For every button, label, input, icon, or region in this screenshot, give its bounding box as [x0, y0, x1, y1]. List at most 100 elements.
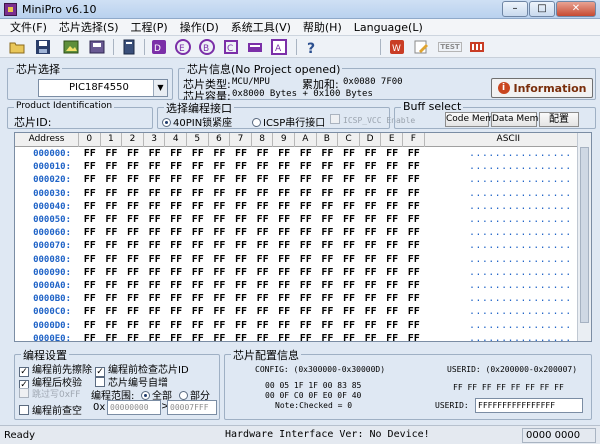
hex-cell[interactable]: FF	[340, 239, 358, 253]
radio-icsp[interactable]	[252, 118, 261, 127]
radio-40pin[interactable]	[162, 118, 171, 127]
hex-cell[interactable]: FF	[102, 213, 120, 227]
hex-cell[interactable]: FF	[124, 266, 142, 280]
hex-cell[interactable]: FF	[362, 266, 380, 280]
hex-cell[interactable]: FF	[297, 147, 315, 161]
hex-cell[interactable]: FF	[167, 147, 185, 161]
menu-chip-select[interactable]: 芯片选择(S)	[53, 19, 125, 35]
blank-checkbox[interactable]	[19, 405, 29, 415]
hex-cell[interactable]: FF	[124, 332, 142, 341]
range-all-radio[interactable]	[141, 391, 150, 400]
hex-cell[interactable]: FF	[254, 173, 272, 187]
hex-cell[interactable]: FF	[405, 319, 423, 333]
table-row[interactable]: 000090: FF FF FF FF FF FF FF FF FF FF FF FF FF FF FF FF.…	[15, 266, 591, 280]
hex-cell[interactable]: FF	[232, 239, 250, 253]
config-button[interactable]: 配置	[539, 112, 579, 127]
hex-cell[interactable]: FF	[102, 160, 120, 174]
hex-cell[interactable]: FF	[318, 305, 336, 319]
hex-cell[interactable]: FF	[81, 147, 99, 161]
hex-cell[interactable]: FF	[210, 279, 228, 293]
hex-cell[interactable]: FF	[405, 279, 423, 293]
hex-cell[interactable]: FF	[167, 213, 185, 227]
hex-cell[interactable]: FF	[340, 279, 358, 293]
hex-cell[interactable]: FF	[210, 292, 228, 306]
read-id-icon[interactable]: A	[270, 38, 288, 56]
hex-cell[interactable]: FF	[124, 187, 142, 201]
hex-cell[interactable]: FF	[297, 305, 315, 319]
hex-cell[interactable]: FF	[340, 147, 358, 161]
hex-cell[interactable]: FF	[146, 332, 164, 341]
hex-cell[interactable]: FF	[232, 213, 250, 227]
hex-cell[interactable]: FF	[340, 266, 358, 280]
hex-cell[interactable]: FF	[232, 292, 250, 306]
hex-cell[interactable]: FF	[210, 213, 228, 227]
table-row[interactable]: 000070: FF FF FF FF FF FF FF FF FF FF FF FF FF FF FF FF.…	[15, 239, 591, 253]
hex-cell[interactable]: FF	[297, 292, 315, 306]
help-icon[interactable]: ?	[302, 38, 320, 56]
hex-cell[interactable]: FF	[318, 226, 336, 240]
hex-cell[interactable]: FF	[146, 279, 164, 293]
hex-cell[interactable]: FF	[318, 147, 336, 161]
save-image-icon[interactable]	[88, 38, 106, 56]
hex-cell[interactable]: FF	[124, 213, 142, 227]
hex-cell[interactable]: FF	[318, 213, 336, 227]
hex-cell[interactable]: FF	[232, 305, 250, 319]
hex-cell[interactable]: FF	[340, 200, 358, 214]
hex-cell[interactable]: FF	[167, 239, 185, 253]
hex-cell[interactable]: FF	[297, 200, 315, 214]
hex-cell[interactable]: FF	[405, 226, 423, 240]
hex-cell[interactable]: FF	[81, 332, 99, 341]
hex-cell[interactable]: FF	[383, 226, 401, 240]
hex-cell[interactable]: FF	[254, 187, 272, 201]
test-icon[interactable]: TEST	[438, 38, 462, 56]
hex-cell[interactable]: FF	[232, 187, 250, 201]
hex-cell[interactable]: FF	[167, 226, 185, 240]
open-file-icon[interactable]	[8, 38, 26, 56]
hex-cell[interactable]: FF	[167, 332, 185, 341]
hex-cell[interactable]: FF	[210, 266, 228, 280]
hex-cell[interactable]: FF	[232, 319, 250, 333]
hex-cell[interactable]: FF	[81, 279, 99, 293]
hex-cell[interactable]: FF	[340, 332, 358, 341]
hex-cell[interactable]: FF	[167, 305, 185, 319]
hex-cell[interactable]: FF	[102, 253, 120, 267]
userid-field[interactable]: FFFFFFFFFFFFFFFF	[475, 398, 583, 413]
hex-cell[interactable]: FF	[383, 266, 401, 280]
hex-cell[interactable]: FF	[81, 239, 99, 253]
hex-cell[interactable]: FF	[232, 266, 250, 280]
opt-blank[interactable]: 编程前查空	[19, 402, 82, 417]
verify-icon[interactable]: E	[174, 38, 192, 56]
hex-cell[interactable]: FF	[275, 200, 293, 214]
hex-cell[interactable]: FF	[146, 173, 164, 187]
hex-cell[interactable]: FF	[275, 226, 293, 240]
menu-operation[interactable]: 操作(D)	[174, 19, 225, 35]
hex-cell[interactable]: FF	[124, 305, 142, 319]
table-row[interactable]: 0000B0: FF FF FF FF FF FF FF FF FF FF FF FF FF FF FF FF.…	[15, 292, 591, 306]
table-row[interactable]: 0000E0: FF FF FF FF FF FF FF FF FF FF FF FF FF FF FF FF.…	[15, 332, 591, 341]
hex-cell[interactable]: FF	[210, 187, 228, 201]
hex-cell[interactable]: FF	[405, 187, 423, 201]
hex-cell[interactable]: FF	[189, 173, 207, 187]
hex-cell[interactable]: FF	[254, 200, 272, 214]
hex-cell[interactable]: FF	[210, 226, 228, 240]
hex-cell[interactable]: FF	[102, 173, 120, 187]
table-row[interactable]: 0000D0: FF FF FF FF FF FF FF FF FF FF FF FF FF FF FF FF.…	[15, 319, 591, 333]
write-icon[interactable]: W	[388, 38, 406, 56]
hex-cell[interactable]: FF	[232, 173, 250, 187]
hex-cell[interactable]: FF	[102, 279, 120, 293]
hex-cell[interactable]: FF	[254, 292, 272, 306]
hex-cell[interactable]: FF	[275, 292, 293, 306]
hex-cell[interactable]: FF	[318, 187, 336, 201]
table-row[interactable]: 000020: FF FF FF FF FF FF FF FF FF FF FF FF FF FF FF FF.…	[15, 173, 591, 187]
hex-cell[interactable]: FF	[232, 147, 250, 161]
table-row[interactable]: 000010: FF FF FF FF FF FF FF FF FF FF FF FF FF FF FF FF.…	[15, 160, 591, 174]
hex-cell[interactable]: FF	[167, 253, 185, 267]
hex-cell[interactable]: FF	[297, 319, 315, 333]
hex-cell[interactable]: FF	[81, 200, 99, 214]
hex-cell[interactable]: FF	[318, 239, 336, 253]
information-button[interactable]: i Information	[491, 78, 593, 98]
hex-cell[interactable]: FF	[167, 160, 185, 174]
hex-cell[interactable]: FF	[362, 147, 380, 161]
hex-cell[interactable]: FF	[362, 160, 380, 174]
hex-cell[interactable]: FF	[210, 200, 228, 214]
